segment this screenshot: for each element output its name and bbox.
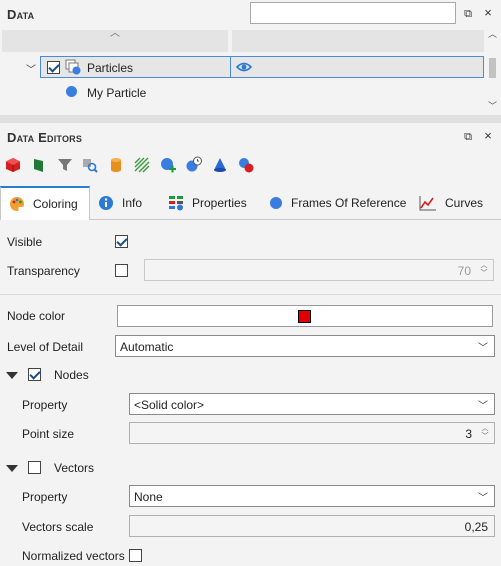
node-color-picker[interactable] [117, 305, 493, 327]
point-size-value: 3 [465, 427, 472, 441]
palette-icon [10, 197, 24, 211]
data-panel-title: Data [7, 7, 35, 22]
tab-label: Properties [192, 196, 247, 210]
particles-icon [65, 59, 81, 75]
node-color-label: Node color [7, 309, 66, 323]
vectors-property-value: None [134, 490, 163, 504]
properties-icon [169, 196, 183, 211]
transparency-value: 70 [457, 264, 471, 278]
particle-icon [66, 86, 77, 97]
tab-frames-of-reference[interactable]: Frames Of Reference [269, 186, 406, 220]
filter-icon[interactable] [55, 155, 75, 175]
nodes-checkbox[interactable] [28, 368, 41, 381]
tree-item-label: Particles [87, 61, 134, 75]
spin-arrows-icon[interactable]: ︿ ﹀ [479, 262, 489, 278]
nodes-label: Nodes [54, 368, 89, 382]
add-sphere-icon[interactable] [158, 155, 178, 175]
tree-scrollbar[interactable]: ︿ ﹀ [486, 28, 499, 112]
sort-up-icon: ︿ [110, 28, 120, 39]
particles-visibility-checkbox[interactable] [47, 61, 60, 74]
chevron-down-icon[interactable]: ﹀ [26, 61, 36, 76]
node-color-swatch [298, 310, 311, 323]
curves-icon [419, 196, 436, 211]
lod-value: Automatic [120, 340, 174, 354]
collapse-nodes-icon[interactable] [6, 372, 18, 379]
multi-sphere-icon[interactable] [236, 155, 256, 175]
normalized-vectors-checkbox[interactable] [129, 549, 142, 562]
chevron-down-icon: ﹀ [478, 401, 488, 412]
data-panel: Data ⧉ × ︿ ︿ ﹀ ﹀ Particles My Particle [0, 0, 501, 115]
editor-tabs: Coloring Info Properties Frames Of Refer… [0, 186, 501, 221]
eye-icon[interactable] [236, 60, 252, 74]
tab-label: Coloring [33, 197, 78, 211]
cylinder-icon[interactable] [106, 155, 126, 175]
tab-label: Info [122, 196, 143, 210]
transparency-label: Transparency [7, 264, 80, 278]
float-panel-icon[interactable]: ⧉ [461, 130, 475, 144]
scroll-up-icon[interactable]: ︿ [486, 28, 499, 40]
vectors-property-select[interactable]: None ﹀ [129, 485, 495, 507]
tab-coloring[interactable]: Coloring [0, 186, 90, 221]
tab-info[interactable]: Info [98, 186, 142, 220]
scroll-down-icon[interactable]: ﹀ [486, 100, 499, 112]
lod-label: Level of Detail [7, 340, 84, 354]
data-search-input[interactable] [250, 2, 456, 24]
chevron-down-icon: ﹀ [478, 493, 488, 504]
point-size-spinbox[interactable]: 3 ︿ ﹀ [129, 422, 495, 444]
vectors-checkbox[interactable] [28, 461, 41, 474]
coloring-panel: Visible Transparency 70 ︿ ﹀ Node color Le… [0, 220, 501, 566]
close-icon[interactable]: × [481, 6, 495, 20]
scroll-thumb[interactable] [489, 58, 496, 78]
green-flag-icon[interactable] [29, 155, 49, 175]
tab-label: Curves [445, 196, 484, 210]
transparency-checkbox[interactable] [115, 264, 128, 277]
red-cube-icon[interactable] [3, 155, 23, 175]
hatch-icon[interactable] [132, 155, 152, 175]
data-editors-title: Data Editors [7, 130, 83, 145]
frames-icon [270, 197, 282, 209]
cone-icon[interactable] [210, 155, 230, 175]
collapse-vectors-icon[interactable] [6, 465, 18, 472]
tab-curves[interactable]: Curves [419, 186, 483, 220]
info-icon [99, 196, 113, 210]
spin-arrows-icon[interactable]: ︿ ﹀ [480, 425, 490, 441]
tree-column-header-visibility[interactable] [232, 30, 484, 52]
vectors-scale-label: Vectors scale [22, 520, 94, 534]
chevron-down-icon: ﹀ [478, 343, 488, 354]
point-size-label: Point size [22, 427, 75, 441]
transparency-spinbox[interactable]: 70 ︿ ﹀ [144, 259, 494, 281]
tab-label: Frames Of Reference [291, 196, 407, 210]
panel-divider[interactable] [0, 115, 501, 123]
visible-label: Visible [7, 235, 43, 249]
nodes-property-value: <Solid color> [134, 398, 205, 412]
lod-select[interactable]: Automatic ﹀ [115, 335, 495, 357]
search-data-icon[interactable] [80, 155, 100, 175]
close-icon[interactable]: × [481, 129, 495, 143]
nodes-property-label: Property [22, 398, 68, 412]
vectors-label: Vectors [54, 461, 95, 475]
vectors-scale-value: 0,25 [464, 520, 488, 534]
nodes-property-select[interactable]: <Solid color> ﹀ [129, 393, 495, 415]
visible-checkbox[interactable] [115, 235, 128, 248]
normalized-vectors-label: Normalized vectors [22, 549, 125, 563]
vectors-scale-input[interactable]: 0,25 [129, 515, 495, 537]
clock-sphere-icon[interactable] [184, 155, 204, 175]
tree-child-label[interactable]: My Particle [87, 86, 146, 100]
tab-properties[interactable]: Properties [168, 186, 247, 220]
float-panel-icon[interactable]: ⧉ [461, 7, 475, 21]
vectors-property-label: Property [22, 490, 68, 504]
